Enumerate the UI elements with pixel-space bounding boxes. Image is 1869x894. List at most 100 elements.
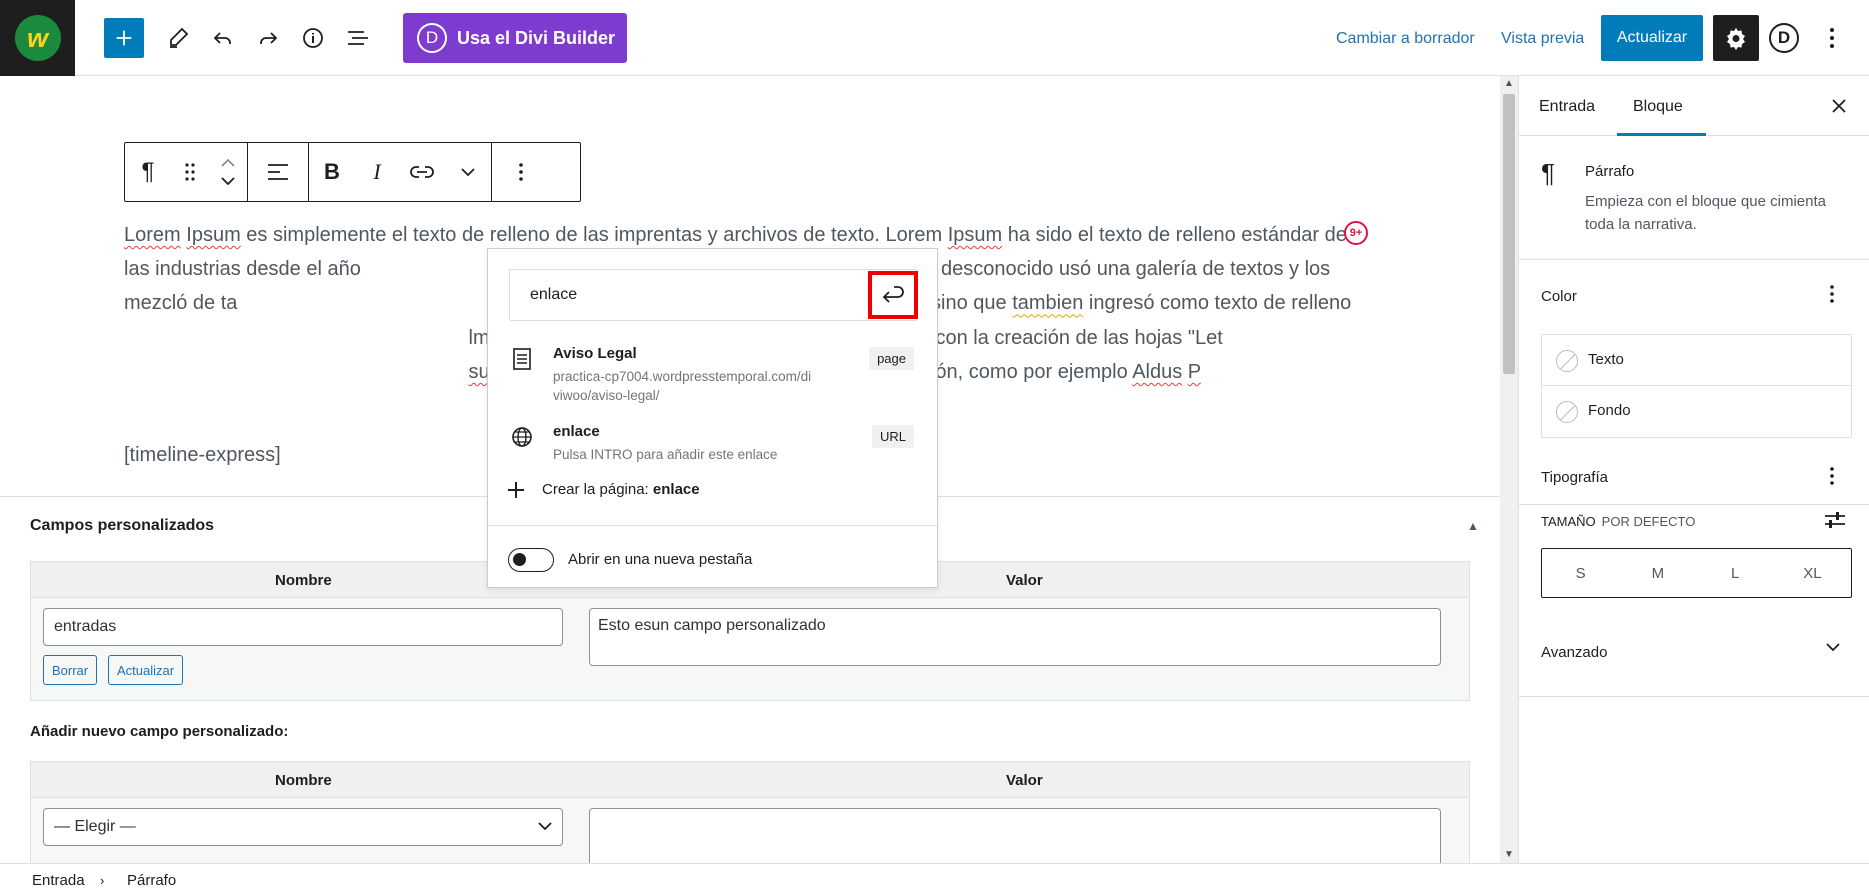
block-options-button[interactable] [492, 143, 550, 201]
drag-handle[interactable] [171, 143, 209, 201]
align-button[interactable] [248, 143, 308, 201]
scroll-down-icon[interactable]: ▼ [1504, 849, 1514, 860]
paragraph-text-run: es simplemente el texto de relleno de la… [240, 224, 948, 246]
new-field-title: Añadir nuevo campo personalizado: [30, 723, 289, 740]
editor-header: w D Usa el Divi Builder Cambiar a borrad… [0, 0, 1869, 76]
advanced-expand-button[interactable] [1825, 642, 1841, 652]
paragraph-icon: ¶ [141, 158, 155, 185]
grammar-checker-badge[interactable]: 9+ [1344, 221, 1368, 245]
align-group [248, 143, 309, 201]
create-page-option[interactable]: Crear la página: enlace [508, 481, 700, 498]
list-view-button[interactable] [338, 18, 378, 58]
add-block-button[interactable] [104, 18, 144, 58]
new-field-name-select[interactable]: — Elegir — [43, 808, 563, 846]
link-url-input[interactable] [509, 269, 917, 321]
more-vertical-icon [1830, 467, 1834, 485]
scrollbar-thumb[interactable] [1503, 94, 1515, 374]
bold-button[interactable]: B [309, 143, 355, 201]
close-icon [1832, 99, 1846, 113]
settings-sidebar: Entrada Bloque ¶ Párrafo Empieza con el … [1518, 76, 1869, 863]
gear-icon [1727, 28, 1745, 50]
plus-icon [116, 30, 132, 46]
misspelled-word: Aldus [1132, 360, 1183, 383]
advanced-panel-toggle[interactable]: Avanzado [1541, 644, 1607, 661]
size-option-m[interactable]: M [1619, 549, 1696, 597]
block-toolbar: ¶ B I [124, 142, 581, 202]
options-group [492, 143, 550, 201]
link-submit-button[interactable] [868, 271, 918, 319]
tab-post[interactable]: Entrada [1539, 98, 1595, 116]
metabox-title: Campos personalizados [30, 517, 215, 534]
link-suggestion-aviso-legal[interactable]: Aviso Legal practica-cp7004.wordpresstem… [508, 345, 918, 403]
scroll-up-icon[interactable]: ▲ [1504, 78, 1514, 89]
select-value: — Elegir — [54, 818, 136, 835]
align-left-icon [268, 164, 288, 180]
close-sidebar-button[interactable] [1829, 96, 1849, 116]
misspelled-word: tambien [1012, 292, 1084, 315]
field-name-input[interactable] [43, 608, 563, 646]
update-button[interactable]: Actualizar [1601, 15, 1703, 61]
new-field-value-textarea[interactable] [589, 808, 1441, 866]
link-button[interactable] [399, 143, 445, 201]
undo-button[interactable] [203, 18, 243, 58]
update-field-button[interactable]: Actualizar [108, 655, 184, 685]
custom-size-button[interactable] [1823, 510, 1849, 532]
table-header: Nombre Valor [31, 762, 1469, 798]
size-option-xl[interactable]: XL [1774, 549, 1851, 597]
paragraph-icon: ¶ [1541, 158, 1555, 188]
name-column-header: Nombre [275, 572, 332, 589]
background-color-item[interactable]: Fondo [1542, 386, 1851, 437]
settings-button[interactable] [1713, 15, 1759, 61]
switch-to-draft-link[interactable]: Cambiar a borrador [1336, 30, 1475, 48]
sliders-icon [1825, 512, 1845, 528]
chevron-down-icon [461, 168, 475, 176]
divi-builder-button[interactable]: D Usa el Divi Builder [403, 13, 627, 63]
info-icon [303, 28, 323, 48]
site-logo-button[interactable]: w [0, 0, 75, 76]
create-page-name: enlace [652, 481, 700, 498]
block-description: Empieza con el bloque que cimienta toda … [1585, 193, 1826, 233]
suggestion-url: practica-cp7004.wordpresstemporal.com/di… [553, 369, 812, 403]
more-formatting-button[interactable] [445, 143, 491, 201]
popover-divider [488, 525, 937, 526]
new-tab-label: Abrir en una nueva pestaña [568, 551, 753, 568]
tab-block[interactable]: Bloque [1633, 98, 1683, 116]
move-down-icon[interactable] [221, 177, 235, 185]
italic-button[interactable]: I [355, 143, 399, 201]
tools-button[interactable] [158, 18, 198, 58]
more-vertical-icon [519, 163, 523, 181]
chevron-down-icon [1826, 643, 1840, 652]
shortcode-block[interactable]: [timeline-express] [124, 444, 281, 467]
redo-button[interactable] [248, 18, 288, 58]
new-field-table: Nombre Valor — Elegir — [30, 761, 1470, 871]
site-logo: w [14, 15, 61, 61]
text-color-item[interactable]: Texto [1542, 335, 1851, 386]
hidden-text-gap [124, 395, 513, 417]
paragraph-block-switcher[interactable]: ¶ [125, 143, 171, 201]
preview-link[interactable]: Vista previa [1501, 30, 1584, 48]
breadcrumb-parrafo[interactable]: Párrafo [127, 872, 176, 889]
details-button[interactable] [293, 18, 333, 58]
delete-field-button[interactable]: Borrar [43, 655, 98, 685]
size-option-s[interactable]: S [1542, 549, 1619, 597]
new-tab-toggle[interactable] [508, 548, 554, 572]
size-option-l[interactable]: L [1697, 549, 1774, 597]
link-icon [410, 166, 434, 178]
italic-icon: I [373, 159, 381, 184]
divi-account-button[interactable]: D [1769, 23, 1799, 53]
field-value-textarea[interactable]: Esto esun campo personalizado [589, 608, 1441, 666]
drag-icon [185, 163, 195, 181]
link-popover: Aviso Legal practica-cp7004.wordpresstem… [487, 248, 938, 588]
options-menu-button[interactable] [1820, 22, 1844, 54]
font-size-picker: S M L XL [1541, 548, 1852, 598]
more-vertical-icon [1830, 285, 1834, 303]
value-column-header: Valor [1006, 572, 1043, 589]
collapse-toggle-icon[interactable]: ▲ [1467, 519, 1479, 533]
move-up-icon[interactable] [221, 159, 235, 167]
editor-scrollbar[interactable]: ▲ ▼ [1500, 76, 1518, 863]
link-suggestion-url[interactable]: enlace Pulsa INTRO para añadir este enla… [508, 423, 918, 467]
color-options-button[interactable] [1829, 284, 1849, 308]
typography-options-button[interactable] [1829, 466, 1849, 490]
breadcrumb-entrada[interactable]: Entrada [32, 872, 85, 889]
formatting-group: B I [309, 143, 492, 201]
